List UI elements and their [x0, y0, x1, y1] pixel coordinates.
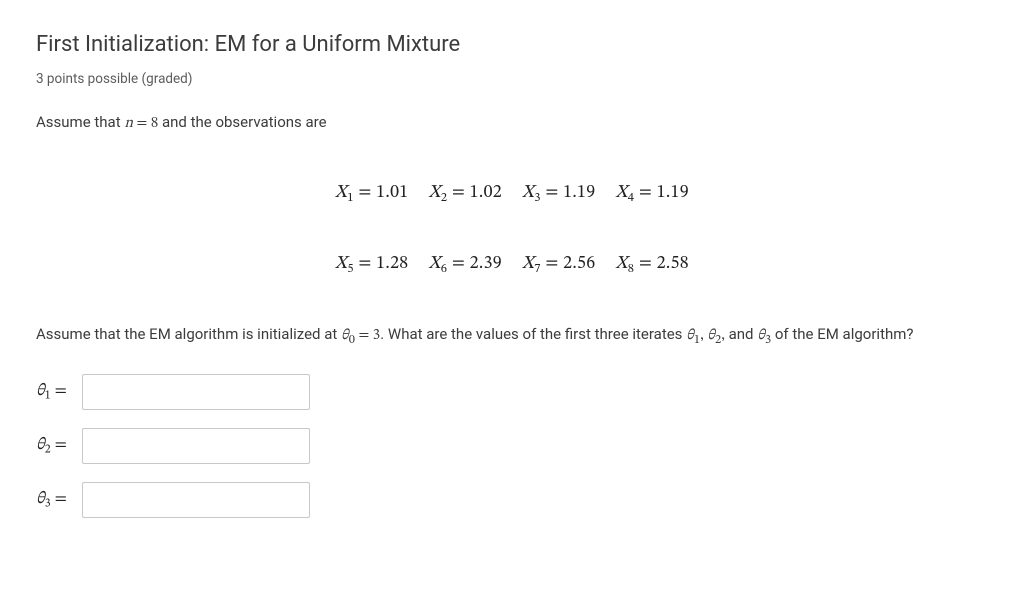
page-title: First Initialization: EM for a Uniform M…: [36, 28, 988, 61]
intro-text: Assume that n = 8 and the observations a…: [36, 111, 988, 136]
answer-row: θ1 =: [36, 374, 988, 410]
observation-term: X4 = 1.19: [615, 180, 688, 208]
observations-row-2: X5 = 1.28 X6 = 2.39 X7 = 2.56 X8 = 2.58: [36, 251, 988, 279]
question-text: Assume that the EM algorithm is initiali…: [36, 323, 988, 350]
answer-label: θ1 =: [36, 379, 82, 405]
observation-term: X7 = 2.56: [522, 251, 595, 279]
observations-row-1: X1 = 1.01 X2 = 1.02 X3 = 1.19 X4 = 1.19: [36, 180, 988, 208]
observation-term: X8 = 2.58: [615, 251, 688, 279]
answer-label: θ2 =: [36, 433, 82, 459]
observation-term: X5 = 1.28: [335, 251, 408, 279]
observation-term: X3 = 1.19: [522, 180, 595, 208]
theta2-input[interactable]: [82, 428, 310, 464]
points-possible: 3 points possible (graded): [36, 69, 988, 89]
observation-term: X2 = 1.02: [429, 180, 502, 208]
theta1-input[interactable]: [82, 374, 310, 410]
answer-row: θ3 =: [36, 482, 988, 518]
observation-term: X1 = 1.01: [335, 180, 408, 208]
observation-term: X6 = 2.39: [429, 251, 502, 279]
answer-label: θ3 =: [36, 487, 82, 513]
answer-row: θ2 =: [36, 428, 988, 464]
theta3-input[interactable]: [82, 482, 310, 518]
